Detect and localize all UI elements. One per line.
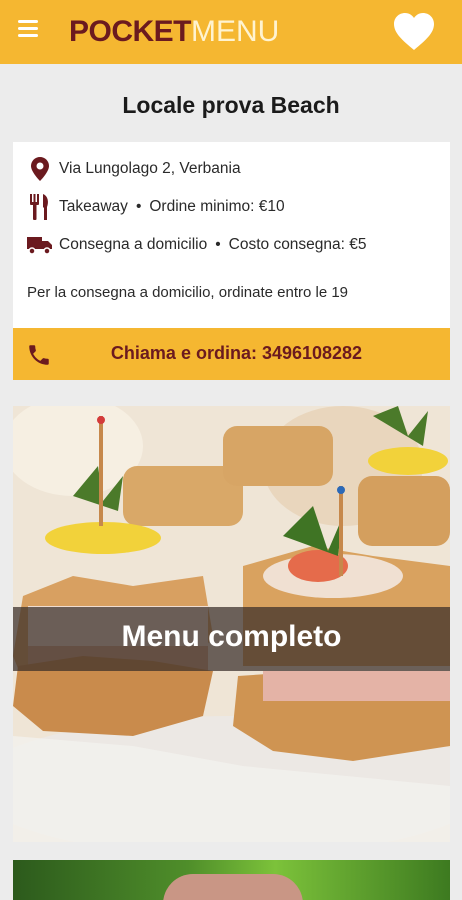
location-pin-icon xyxy=(27,156,53,182)
delivery-row: Consegna a domicilio • Costo consegna: €… xyxy=(27,232,367,258)
full-menu-label: Menu completo xyxy=(121,620,342,653)
takeaway-row: Takeaway • Ordine minimo: €10 xyxy=(27,194,285,220)
truck-icon xyxy=(27,232,53,258)
top-bar: POCKETMENU xyxy=(0,0,462,64)
venue-title: Locale prova Beach xyxy=(122,92,340,118)
app-logo[interactable]: POCKETMENU xyxy=(69,14,279,50)
fork-knife-icon xyxy=(27,194,53,220)
hamburger-icon[interactable] xyxy=(18,20,38,40)
address-row: Via Lungolago 2, Verbania xyxy=(27,156,241,182)
call-order-button[interactable]: Chiama e ordina: 3496108282 xyxy=(13,328,450,380)
call-order-label: Chiama e ordina: 3496108282 xyxy=(110,343,363,363)
delivery-text: Consegna a domicilio xyxy=(59,236,208,253)
full-menu-card[interactable]: Menu completo xyxy=(13,406,450,842)
food-photo xyxy=(163,874,303,900)
venue-info-card: Via Lungolago 2, Verbania Takeaway • Ord… xyxy=(13,142,450,328)
delivery-cost-text: Costo consegna: €5 xyxy=(228,236,367,253)
takeaway-text: Takeaway xyxy=(59,198,128,215)
separator-dot: • xyxy=(215,236,221,253)
separator-dot: • xyxy=(135,198,142,215)
min-order-text: Ordine minimo: €10 xyxy=(149,198,285,215)
heart-icon[interactable] xyxy=(392,12,436,52)
logo-bold-text: POCKET xyxy=(69,15,192,48)
secondary-card[interactable] xyxy=(13,860,450,900)
address-text: Via Lungolago 2, Verbania xyxy=(59,160,241,177)
delivery-note: Per la consegna a domicilio, ordinate en… xyxy=(27,284,349,301)
logo-light-text: MENU xyxy=(191,15,280,48)
full-menu-band: Menu completo xyxy=(13,607,450,671)
